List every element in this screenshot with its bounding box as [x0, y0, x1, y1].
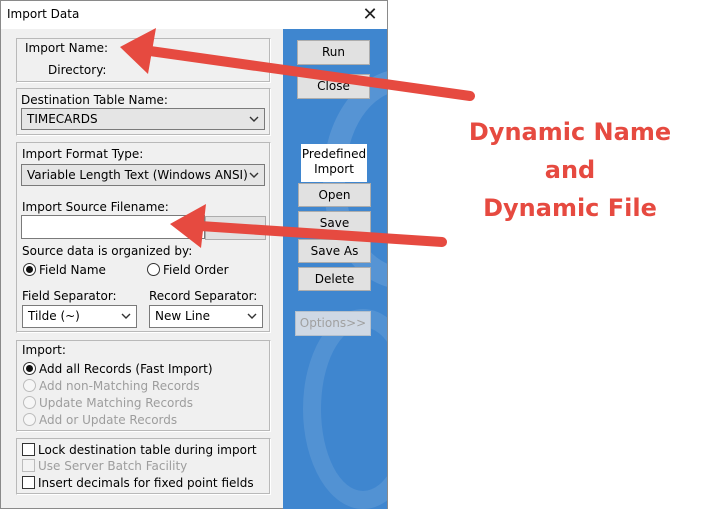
annotation-arrows — [120, 28, 475, 248]
annotation-line-2: and — [544, 156, 596, 184]
annotation-line-3: Dynamic File — [483, 194, 657, 222]
annotation-line-1: Dynamic Name — [468, 118, 672, 146]
